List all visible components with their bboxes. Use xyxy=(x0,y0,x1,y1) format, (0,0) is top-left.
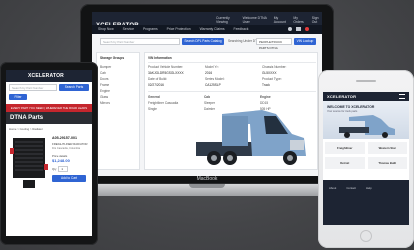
truck-image xyxy=(196,110,306,165)
vin-field-value: Truck xyxy=(262,83,270,87)
hero-truck-image xyxy=(339,115,395,138)
hero-title: WELCOME TO XCELERATOR xyxy=(327,105,375,109)
top-link-viewing[interactable]: Currently Viewing xyxy=(216,16,237,24)
vin-field-label: Chassis Number: xyxy=(262,65,287,69)
tablet-screen: XCELERATOR Search by Part Number Search … xyxy=(6,70,92,236)
vin-field-label: Product Type: xyxy=(262,77,282,81)
footer-link-contact[interactable]: Contact xyxy=(346,186,356,190)
qty-label: Qty xyxy=(52,167,57,171)
divider xyxy=(148,91,316,92)
spec-label-engine: Engine xyxy=(260,95,271,99)
vin-info-title: VIN Information xyxy=(148,56,172,60)
sidebar-title: Storage Groups xyxy=(100,56,125,60)
brand-banner: DTNA Parts xyxy=(6,112,92,124)
part-number: A05-29157-001 xyxy=(52,136,77,140)
top-link-account[interactable]: My Account xyxy=(274,16,288,24)
breadcrumb[interactable]: Home > Cooling > Radiator xyxy=(9,127,43,131)
brand-tile[interactable]: Western Star xyxy=(367,142,407,154)
top-link-signout[interactable]: Sign Out xyxy=(312,16,322,24)
phone-logo[interactable]: XCELERATOR xyxy=(327,94,356,99)
tablet-search-input[interactable]: Search by Part Number xyxy=(9,84,57,91)
spec-label-general: General xyxy=(148,95,160,99)
vin-field-label: Product Vehicle Number: xyxy=(148,65,184,69)
vin-lookup-button[interactable]: VIN Lookup xyxy=(294,38,316,45)
cart-icon[interactable] xyxy=(296,27,301,31)
footer-link-about[interactable]: About xyxy=(329,186,336,190)
tablet-logo[interactable]: XCELERATOR xyxy=(28,73,64,79)
phone-footer: About Contact Help xyxy=(323,180,409,225)
hero-section: WELCOME TO XCELERATOR Your source for tr… xyxy=(323,101,409,139)
sidebar-item-mirrors[interactable]: Mirrors xyxy=(100,100,111,106)
vin-field-value: 2016 xyxy=(205,71,213,75)
brand-grid: Freightliner Western Star Detroit Thomas… xyxy=(325,142,407,169)
phone-screen: XCELERATOR WELCOME TO XCELERATOR Your so… xyxy=(323,92,409,225)
menu-icon[interactable] xyxy=(399,94,405,99)
vin-field-label: Date of Build: xyxy=(148,77,168,81)
nav-programs[interactable]: Programs xyxy=(143,27,158,31)
laptop-main-nav: Shop Now Service Programs Price Protecti… xyxy=(92,25,322,34)
vin-field-label: Series Model: xyxy=(205,77,225,81)
brand-tile[interactable]: Freightliner xyxy=(325,142,365,154)
part-title: FREIGHTLINER RADIATOR xyxy=(52,142,88,146)
tablet-search-button[interactable]: Search Parts xyxy=(59,84,89,91)
add-to-cart-button[interactable]: Add to Cart xyxy=(52,175,86,182)
catalog-select[interactable]: PEOPLE/TRUCK PARTS DTNA xyxy=(256,38,292,50)
laptop-screen: XCELERATOR Currently Viewing Welcome DTN… xyxy=(92,12,322,176)
vin-field-value: GL5XXXX xyxy=(262,71,277,75)
phone-header: XCELERATOR xyxy=(323,92,409,101)
promo-banner[interactable]: EVERY PART YOU NEED | WHEREVER THE ROAD … xyxy=(6,104,92,112)
part-details: A05-29157-001 FREIGHTLINER RADIATOR Fits… xyxy=(52,136,90,182)
price-value: $1,248.00 xyxy=(52,158,70,163)
nav-warranty[interactable]: Warranty Claims xyxy=(200,27,225,31)
nav-shop[interactable]: Shop Now xyxy=(98,27,114,31)
tablet-header: XCELERATOR xyxy=(6,70,92,82)
top-links: Currently Viewing Welcome DTNA User My A… xyxy=(216,16,322,24)
storage-groups-panel: Storage Groups Bumper Cab Doors Frame En… xyxy=(96,52,140,170)
nav-price[interactable]: Price Protection xyxy=(167,27,191,31)
search-catalog-button[interactable]: Search DPL Parts Catalog xyxy=(182,38,224,45)
tablet-filter-button[interactable]: Filter xyxy=(9,94,27,100)
top-link-welcome[interactable]: Welcome DTNA User xyxy=(243,16,268,24)
phone-speaker xyxy=(356,80,376,82)
vin-field-value: 3AKJGLDR5GSGLXXXX xyxy=(148,71,184,75)
top-link-orders[interactable]: My Orders xyxy=(293,16,305,24)
cart-count-badge xyxy=(305,27,309,31)
phone-home-button[interactable] xyxy=(360,230,372,242)
brand-tile[interactable]: Thomas Built xyxy=(367,157,407,169)
footer-link-help[interactable]: Help xyxy=(366,186,372,190)
brand-tile[interactable]: Detroit xyxy=(325,157,365,169)
laptop-notch xyxy=(189,184,225,188)
spec-label-cab: Cab xyxy=(204,95,211,99)
vin-field-value: CA125SLP xyxy=(205,83,221,87)
nav-service[interactable]: Service xyxy=(123,27,134,31)
radiator-image xyxy=(10,138,48,188)
part-subtitle: Fits Cascadia, Columbia xyxy=(52,147,81,150)
search-input[interactable]: Search by Part Number xyxy=(100,38,180,45)
user-icon[interactable] xyxy=(288,27,292,31)
qty-input[interactable]: 1 xyxy=(58,166,69,172)
divider xyxy=(148,62,316,63)
vin-field-label: Model Yr: xyxy=(205,65,219,69)
laptop-top-nav: XCELERATOR Currently Viewing Welcome DTN… xyxy=(92,12,322,29)
nav-feedback[interactable]: Feedback xyxy=(234,27,249,31)
vin-field-value: 02/27/2016 xyxy=(148,83,164,87)
laptop-brand-label: MacBook xyxy=(196,176,218,182)
